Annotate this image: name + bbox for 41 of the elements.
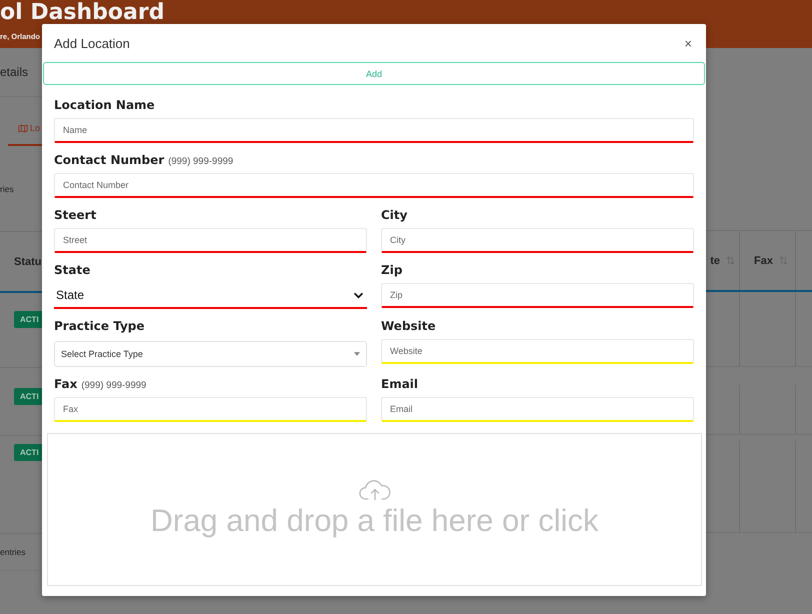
practice-type-dropdown[interactable]: Select Practice Type — [54, 341, 367, 367]
field-label: Steert — [54, 208, 96, 222]
field-label: Email — [381, 377, 418, 391]
cloud-upload-icon — [358, 480, 392, 501]
field-label: Zip — [381, 263, 402, 277]
format-hint: (999) 999-9999 — [168, 156, 234, 167]
input-field[interactable]: Name — [54, 118, 694, 143]
details-tab[interactable]: etails — [0, 65, 28, 79]
state-select[interactable]: State — [54, 283, 367, 309]
status-badge: ACTI — [14, 311, 42, 328]
close-button[interactable]: × — [682, 36, 694, 50]
input-field[interactable]: Contact Number — [54, 173, 694, 198]
dashboard-title: ol Dashboard — [0, 0, 164, 24]
add-button[interactable]: Add — [43, 62, 705, 85]
format-hint: (999) 999-9999 — [81, 380, 146, 391]
sort-icon[interactable] — [778, 256, 788, 265]
status-badge: ACTI — [14, 444, 42, 461]
input-field[interactable]: Email — [381, 397, 694, 422]
field-label: Contact Number — [54, 153, 164, 167]
field-label: Location Name — [54, 98, 155, 112]
field-label: City — [381, 208, 408, 222]
input-field[interactable]: Street — [54, 228, 367, 253]
entries-text: ries — [0, 184, 14, 194]
column-header: Statu — [14, 256, 42, 268]
column-header[interactable]: te — [710, 254, 720, 266]
caret-icon — [354, 352, 360, 356]
chevron-icon — [353, 292, 364, 298]
field-label: State — [54, 263, 90, 277]
dialog-title: Add Location — [54, 36, 130, 50]
input-field[interactable]: Website — [381, 339, 694, 364]
sort-icon[interactable] — [726, 256, 735, 265]
input-field[interactable]: Fax — [54, 397, 367, 422]
status-badge: ACTI — [14, 388, 42, 405]
field-label: Website — [381, 319, 436, 333]
column-header[interactable]: Fax — [754, 254, 773, 266]
field-label: Practice Type — [54, 319, 145, 333]
entries-text: entries — [0, 547, 26, 557]
input-field[interactable]: Zip — [381, 283, 694, 308]
input-field[interactable]: City — [381, 228, 694, 253]
field-label: Fax — [54, 377, 78, 391]
map-icon — [18, 124, 28, 132]
